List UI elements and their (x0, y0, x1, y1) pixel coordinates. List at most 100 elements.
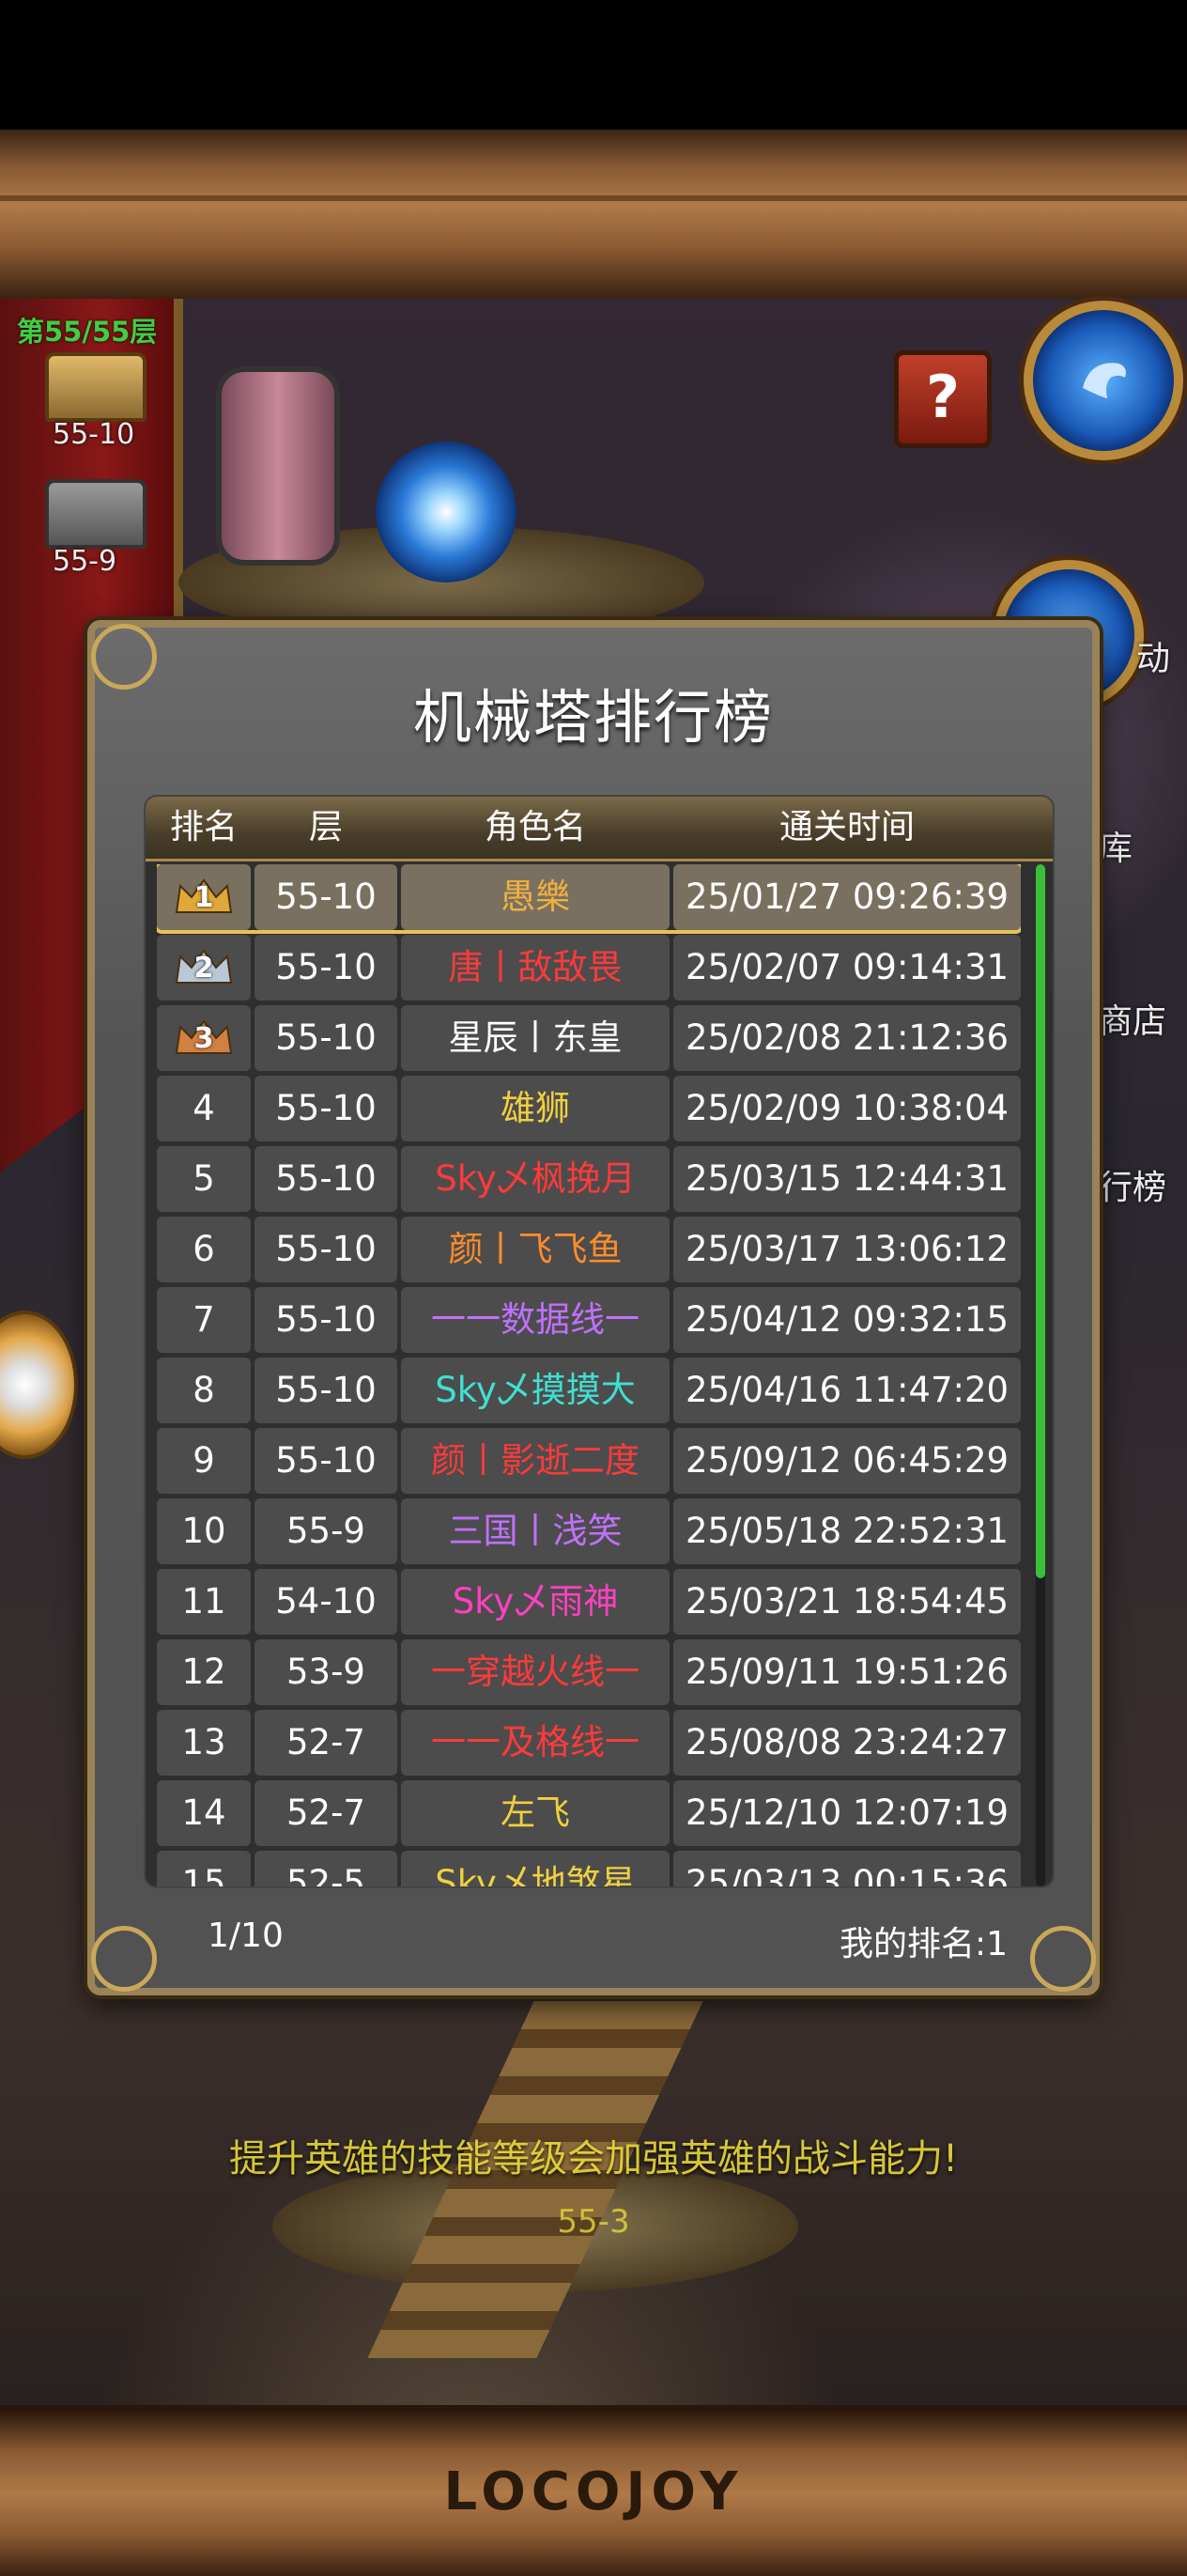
corner-ornament-icon (91, 1926, 157, 1992)
floor-cell: 55-10 (254, 1217, 397, 1282)
table-row[interactable]: 9 55-10 颜丨影逝二度 25/09/12 06:45:29 (157, 1428, 1021, 1494)
clear-time-cell: 25/09/11 19:51:26 (673, 1639, 1021, 1705)
floor-chest-item[interactable]: 55-9 (45, 479, 146, 581)
table-row[interactable]: 3 55-10 星辰丨东皇 25/02/08 21:12:36 (157, 1005, 1021, 1071)
clear-time-cell: 25/03/13 00:15:36 (673, 1851, 1021, 1886)
table-rows[interactable]: 1 55-10 愚樂 25/01/27 09:26:39 2 55-10 唐丨敌敌畏 25/0… (157, 864, 1021, 1886)
page-indicator: 1/10 (208, 1916, 284, 1955)
table-row[interactable]: 5 55-10 Sky乄枫挽月 25/03/15 12:44:31 (157, 1146, 1021, 1212)
scroll-frame-top (0, 130, 1187, 304)
floor-progress-label: 第55/55层 (17, 316, 158, 348)
player-name-cell: 星辰丨东皇 (401, 1005, 670, 1071)
rank-cell: 6 (157, 1217, 251, 1282)
player-name-cell: Sky乄地煞星 (401, 1851, 670, 1886)
floor-cell: 55-10 (254, 935, 397, 1001)
rank-number: 1 (193, 881, 214, 914)
side-menu-label[interactable]: 库 (1099, 821, 1133, 870)
rank-cell: 10 (157, 1498, 251, 1564)
clear-time-cell: 25/03/21 18:54:45 (673, 1569, 1021, 1635)
clear-time-cell: 25/02/08 21:12:36 (673, 1005, 1021, 1071)
table-header: 排名 层 角色名 通关时间 (146, 797, 1053, 861)
tip-floor-label: 55-3 (557, 2203, 630, 2241)
dolphin-icon (1082, 362, 1126, 398)
floor-cell: 55-10 (254, 1005, 397, 1071)
table-row[interactable]: 8 55-10 Sky乄摸摸大 25/04/16 11:47:20 (157, 1358, 1021, 1423)
player-name-cell: Sky乄雨神 (401, 1569, 670, 1635)
table-row[interactable]: 14 52-7 左飞 25/12/10 12:07:19 (157, 1780, 1021, 1846)
table-row[interactable]: 6 55-10 颜丨飞飞鱼 25/03/17 13:06:12 (157, 1217, 1021, 1282)
player-name-cell: 一一数据线一 (401, 1287, 670, 1353)
modal-title: 机械塔排行榜 (412, 683, 774, 752)
rank-number: 2 (193, 952, 214, 985)
brand-logo: LOCOJOY (443, 2461, 744, 2522)
rank-cell: 11 (157, 1569, 251, 1635)
crown-icon: 2 (173, 944, 235, 987)
floor-cell: 55-10 (254, 1287, 397, 1353)
table-row[interactable]: 13 52-7 一一及格线一 25/08/08 23:24:27 (157, 1710, 1021, 1776)
player-name-cell: 三国丨浅笑 (401, 1498, 670, 1564)
rank-cell: 8 (157, 1358, 251, 1423)
floor-cell: 55-10 (254, 864, 397, 930)
chest-icon (45, 352, 146, 422)
header-rank: 排名 (169, 808, 238, 846)
table-row[interactable]: 1 55-10 愚樂 25/01/27 09:26:39 (157, 864, 1021, 930)
side-menu-label[interactable]: 商店 (1099, 994, 1166, 1043)
clear-time-cell: 25/03/17 13:06:12 (673, 1217, 1021, 1282)
clear-time-cell: 25/08/08 23:24:27 (673, 1710, 1021, 1776)
clear-time-cell: 25/03/15 12:44:31 (673, 1146, 1021, 1212)
table-row[interactable]: 15 52-5 Sky乄地煞星 25/03/13 00:15:36 (157, 1851, 1021, 1886)
clear-time-cell: 25/02/07 09:14:31 (673, 935, 1021, 1001)
floor-cell: 53-9 (254, 1639, 397, 1705)
rank-cell: 5 (157, 1146, 251, 1212)
floor-cell: 52-5 (254, 1851, 397, 1886)
table-row[interactable]: 11 54-10 Sky乄雨神 25/03/21 18:54:45 (157, 1569, 1021, 1635)
table-row[interactable]: 10 55-9 三国丨浅笑 25/05/18 22:52:31 (157, 1498, 1021, 1564)
player-name-cell: 颜丨影逝二度 (401, 1428, 670, 1494)
dolphin-round-button[interactable] (1024, 301, 1183, 460)
rank-cell: 2 (157, 935, 251, 1001)
clear-time-cell: 25/04/12 09:32:15 (673, 1287, 1021, 1353)
floor-cell: 55-10 (254, 1146, 397, 1212)
table-row[interactable]: 7 55-10 一一数据线一 25/04/12 09:32:15 (157, 1287, 1021, 1353)
ranking-table: 排名 层 角色名 通关时间 1 55-10 愚樂 25/01/27 09:26:39 2… (144, 795, 1055, 1888)
floor-chest-label: 55-10 (53, 418, 135, 451)
portal-vortex-icon (376, 442, 516, 582)
scrollbar-thumb[interactable] (1036, 864, 1045, 1578)
header-time: 通关时间 (778, 808, 915, 846)
player-name-cell: 左飞 (401, 1780, 670, 1846)
tower-machine (216, 366, 340, 566)
clear-time-cell: 25/09/12 06:45:29 (673, 1428, 1021, 1494)
rank-cell: 13 (157, 1710, 251, 1776)
tip-text: 提升英雄的技能等级会加强英雄的战斗能力! (228, 2137, 959, 2180)
player-name-cell: 愚樂 (401, 864, 670, 930)
rank-cell: 7 (157, 1287, 251, 1353)
floor-cell: 55-9 (254, 1498, 397, 1564)
rank-cell: 3 (157, 1005, 251, 1071)
table-row[interactable]: 4 55-10 雄狮 25/02/09 10:38:04 (157, 1076, 1021, 1141)
clear-time-cell: 25/12/10 12:07:19 (673, 1780, 1021, 1846)
rank-number: 3 (193, 1022, 214, 1055)
top-black-bar (0, 0, 1187, 130)
my-rank: 我的排名:1 (839, 1925, 1008, 1963)
player-name-cell: 颜丨飞飞鱼 (401, 1217, 670, 1282)
side-menu-label[interactable]: 行榜 (1099, 1160, 1166, 1209)
floor-cell: 55-10 (254, 1358, 397, 1423)
floor-chest-item[interactable]: 55-10 (45, 352, 146, 454)
floor-chest-label: 55-9 (53, 545, 117, 578)
player-name-cell: 雄狮 (401, 1076, 670, 1141)
rank-cell: 1 (157, 864, 251, 930)
rank-cell: 15 (157, 1851, 251, 1886)
floor-cell: 52-7 (254, 1780, 397, 1846)
header-name: 角色名 (484, 808, 586, 846)
table-row[interactable]: 12 53-9 一穿越火线一 25/09/11 19:51:26 (157, 1639, 1021, 1705)
corner-ornament-icon (1030, 1926, 1096, 1992)
clear-time-cell: 25/04/16 11:47:20 (673, 1358, 1021, 1423)
help-button[interactable]: ? (894, 350, 992, 448)
rank-cell: 9 (157, 1428, 251, 1494)
player-name-cell: 唐丨敌敌畏 (401, 935, 670, 1001)
ranking-modal: 机械塔排行榜 排名 层 角色名 通关时间 1 55-10 愚樂 25/01/27 09… (87, 620, 1100, 1995)
chest-icon (45, 479, 146, 549)
player-name-cell: Sky乄摸摸大 (401, 1358, 670, 1423)
table-row[interactable]: 2 55-10 唐丨敌敌畏 25/02/07 09:14:31 (157, 935, 1021, 1001)
side-menu-label[interactable]: 动 (1136, 631, 1170, 680)
